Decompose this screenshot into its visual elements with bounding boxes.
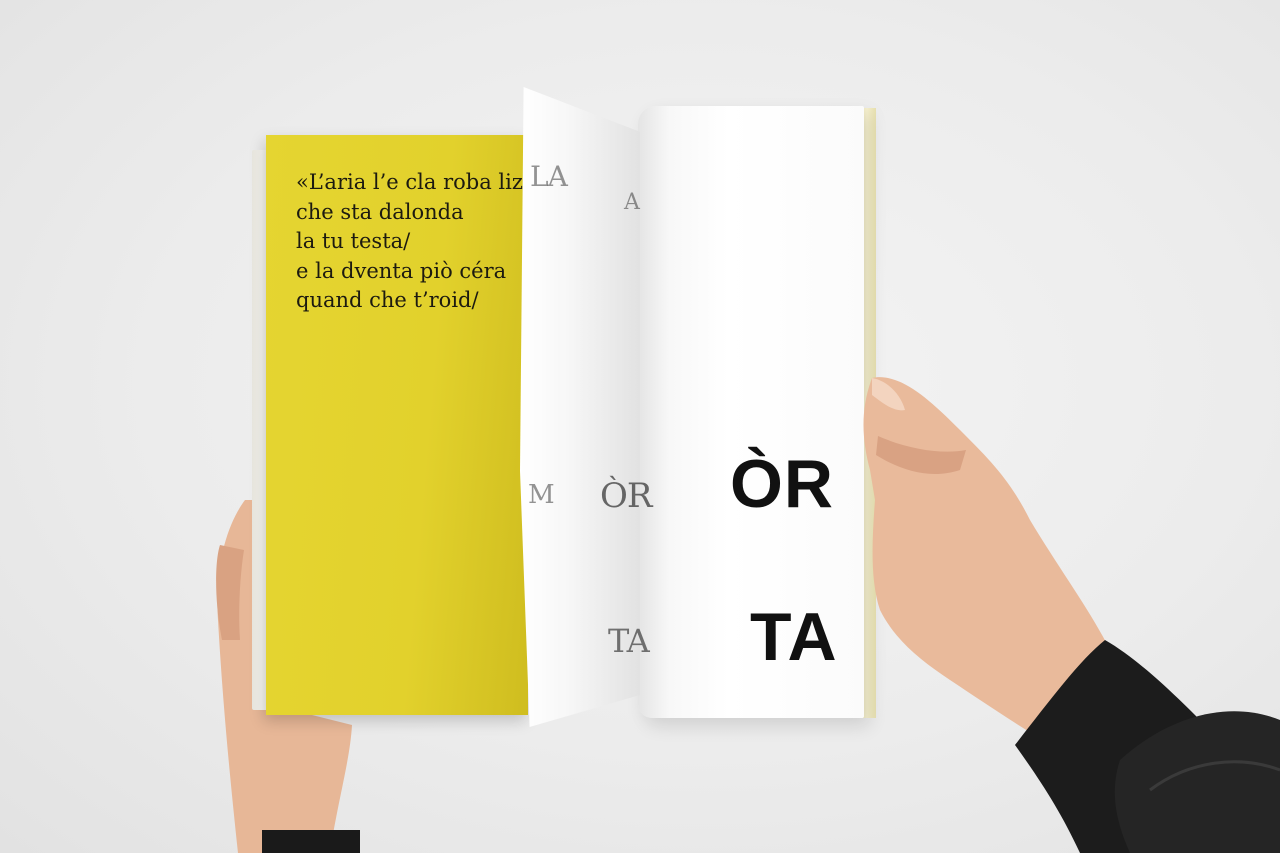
right-hand xyxy=(863,377,1280,853)
photo-scene: «L’aria l’e cla roba lizi che sta dalond… xyxy=(0,0,1280,853)
